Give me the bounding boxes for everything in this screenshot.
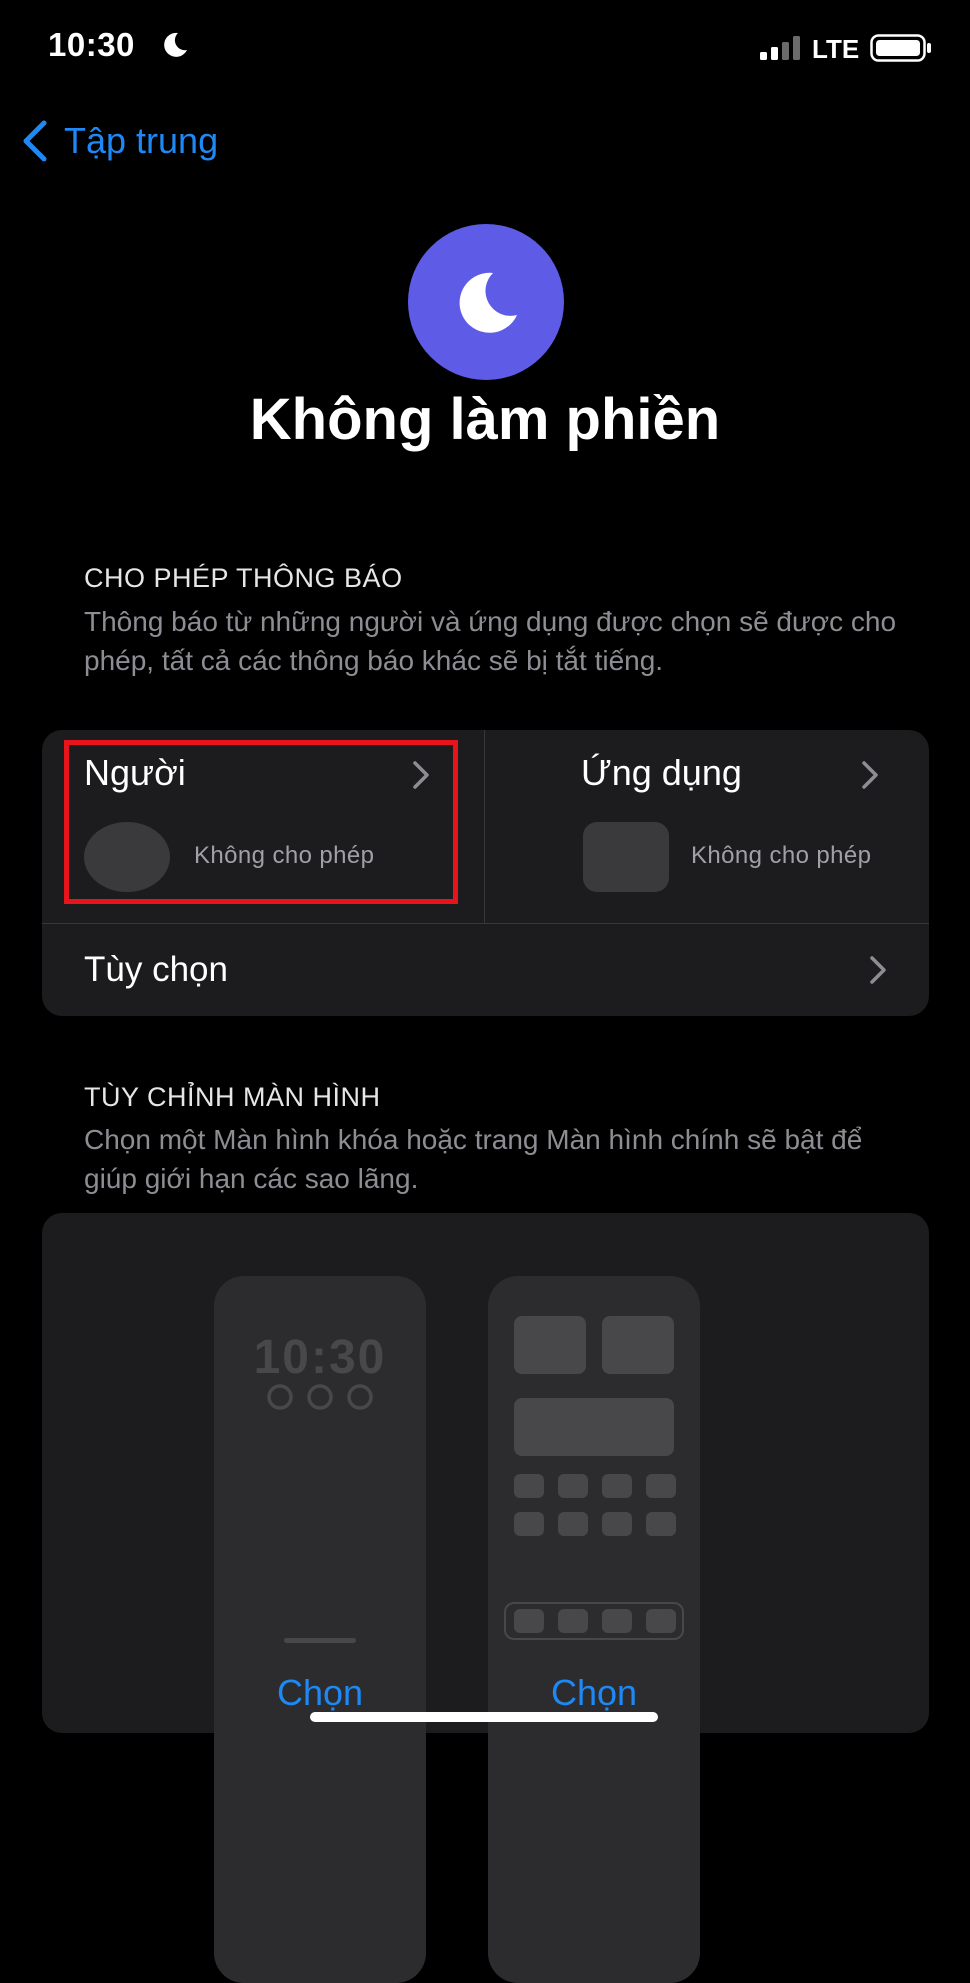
customize-screens-heading: TÙY CHỈNH MÀN HÌNH — [84, 1082, 381, 1112]
widget-medium — [514, 1398, 674, 1456]
customize-screens-description: Chọn một Màn hình khóa hoặc trang Màn hì… — [84, 1124, 863, 1194]
focus-mode-icon — [408, 224, 564, 380]
choose-home-screen-button[interactable]: Chọn — [524, 1672, 664, 1714]
people-status: Không cho phép — [194, 842, 375, 869]
app-icon-placeholder — [646, 1512, 676, 1536]
chevron-right-icon — [862, 761, 878, 789]
app-icon-placeholder — [514, 1512, 544, 1536]
chevron-right-icon — [413, 761, 429, 789]
app-icon-placeholder — [583, 822, 669, 892]
back-button[interactable]: Tập trung — [20, 116, 218, 166]
dock-app-placeholder — [602, 1609, 632, 1633]
lock-screen-home-bar — [284, 1638, 356, 1643]
moon-icon — [459, 272, 517, 333]
app-icon-placeholder — [558, 1512, 588, 1536]
app-icon-placeholder — [558, 1474, 588, 1498]
apps-status: Không cho phép — [691, 842, 872, 869]
moon-icon — [164, 32, 187, 57]
people-label: Người — [84, 752, 186, 793]
widget-circles-icon — [267, 1384, 373, 1410]
apps-label: Ứng dụng — [581, 752, 742, 793]
allow-notifications-card: Người Không cho phép Ứng dụng Không cho … — [42, 730, 929, 1016]
signal-icon — [760, 36, 800, 60]
back-label: Tập trung — [64, 120, 219, 161]
page-title: Không làm phiền — [249, 387, 721, 452]
allow-notifications-heading: CHO PHÉP THÔNG BÁO — [84, 563, 403, 593]
app-icon-placeholder — [602, 1512, 632, 1536]
chevron-right-icon — [870, 956, 886, 984]
home-screen-dock — [504, 1602, 684, 1640]
network-label: LTE — [812, 34, 860, 64]
app-icon-placeholder — [514, 1474, 544, 1498]
dock-app-placeholder — [558, 1609, 588, 1633]
people-cell[interactable]: Người Không cho phép — [42, 730, 484, 923]
customize-screens-card — [42, 1213, 929, 1733]
options-label: Tùy chọn — [84, 950, 228, 989]
home-indicator[interactable] — [310, 1712, 658, 1722]
app-icon-placeholder — [602, 1474, 632, 1498]
allow-notifications-description: Thông báo từ những người và ứng dụng đượ… — [84, 606, 897, 676]
widget-small — [602, 1316, 674, 1374]
app-icon-placeholder — [646, 1474, 676, 1498]
status-time: 10:30 — [48, 26, 135, 63]
apps-cell[interactable]: Ứng dụng Không cho phép — [485, 730, 929, 923]
people-avatar-placeholder — [84, 822, 170, 892]
battery-icon — [870, 34, 931, 62]
lock-screen-time: 10:30 — [253, 1331, 387, 1384]
options-row[interactable]: Tùy chọn — [42, 924, 929, 1016]
widget-small — [514, 1316, 586, 1374]
chevron-left-icon — [23, 120, 47, 162]
dock-app-placeholder — [514, 1609, 544, 1633]
dock-app-placeholder — [646, 1609, 676, 1633]
choose-lock-screen-button[interactable]: Chọn — [250, 1672, 390, 1714]
